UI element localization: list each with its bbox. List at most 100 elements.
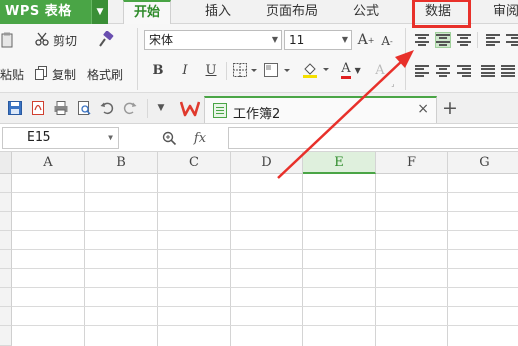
- clear-format-glyph: A: [375, 62, 385, 78]
- underline-button[interactable]: U: [203, 60, 219, 80]
- gridline: [12, 192, 518, 193]
- tab-formulas[interactable]: 公式: [346, 0, 386, 24]
- format-painter-icon[interactable]: [96, 30, 116, 50]
- name-box[interactable]: E15 ▼: [2, 127, 119, 149]
- row-header[interactable]: [0, 326, 12, 346]
- print-preview-icon[interactable]: [77, 101, 91, 115]
- app-menu-dropdown-icon[interactable]: ▼: [91, 0, 108, 24]
- row-header[interactable]: [0, 174, 12, 193]
- close-icon[interactable]: ×: [417, 101, 429, 117]
- font-dialog-launcher-icon[interactable]: ⌟: [389, 80, 397, 88]
- bold-button[interactable]: B: [150, 60, 166, 80]
- formula-input[interactable]: [228, 127, 518, 149]
- document-tab[interactable]: 工作簿2 ×: [204, 96, 437, 123]
- undo-icon[interactable]: [100, 101, 114, 115]
- highlight-box-data-tab: [412, 0, 471, 28]
- align-left-icon[interactable]: [415, 64, 429, 78]
- italic-glyph: I: [182, 62, 188, 78]
- cell-style-icon[interactable]: [264, 62, 292, 78]
- gridline: [302, 174, 303, 346]
- shrink-font-button[interactable]: A-: [380, 32, 394, 50]
- row-header[interactable]: [0, 212, 12, 231]
- gridline: [84, 174, 85, 346]
- align-center-icon[interactable]: [436, 64, 450, 78]
- row-header[interactable]: [0, 193, 12, 212]
- row-header[interactable]: [0, 307, 12, 326]
- italic-button[interactable]: I: [177, 60, 193, 80]
- paste-button[interactable]: 粘贴: [0, 66, 24, 83]
- zoom-search-icon[interactable]: [160, 129, 178, 147]
- font-size-value: 11: [289, 33, 305, 47]
- save-icon[interactable]: [8, 101, 22, 115]
- row-header[interactable]: [0, 231, 12, 250]
- tab-insert[interactable]: 插入: [196, 0, 240, 24]
- column-header-f[interactable]: F: [376, 152, 448, 174]
- distributed-align-icon[interactable]: [501, 64, 515, 78]
- underline-glyph: U: [205, 62, 217, 78]
- insert-function-button[interactable]: fx: [189, 128, 211, 148]
- fill-color-icon[interactable]: [302, 60, 332, 80]
- cut-button[interactable]: 剪切: [53, 32, 77, 49]
- gridline: [12, 230, 518, 231]
- chevron-down-icon: ▼: [108, 133, 113, 142]
- decrease-indent-icon[interactable]: [486, 33, 500, 47]
- redo-icon[interactable]: [123, 101, 137, 115]
- copy-button[interactable]: 复制: [52, 66, 76, 83]
- increase-indent-icon[interactable]: [506, 33, 518, 47]
- tab-page-layout[interactable]: 页面布局: [262, 0, 322, 24]
- column-header-b[interactable]: B: [85, 152, 158, 174]
- font-size-select[interactable]: 11 ▼: [284, 30, 352, 50]
- select-all-corner[interactable]: [0, 152, 12, 174]
- spreadsheet-grid[interactable]: A B C D E F G: [0, 152, 518, 346]
- paste-icon[interactable]: [0, 30, 14, 50]
- shrink-font-glyph: A: [381, 34, 390, 48]
- column-header-a[interactable]: A: [12, 152, 85, 174]
- formula-bar: E15 ▼ fx: [0, 124, 518, 152]
- document-tab-name: 工作簿2: [233, 107, 281, 122]
- grow-font-button[interactable]: A +: [358, 30, 375, 50]
- tab-review[interactable]: 审阅: [486, 0, 518, 24]
- borders-icon[interactable]: [233, 62, 259, 78]
- font-name-value: 宋体: [149, 33, 174, 47]
- gridline: [12, 268, 518, 269]
- tab-formulas-label: 公式: [352, 4, 379, 19]
- bold-glyph: B: [152, 62, 164, 78]
- column-header-g[interactable]: G: [448, 152, 518, 174]
- column-header-e[interactable]: E: [303, 152, 376, 174]
- print-icon[interactable]: [54, 101, 68, 115]
- customize-quick-access-icon[interactable]: ▼: [154, 100, 168, 116]
- export-pdf-icon[interactable]: [31, 101, 45, 115]
- tab-page-layout-label: 页面布局: [265, 4, 318, 19]
- align-right-icon[interactable]: [457, 64, 471, 78]
- align-top-icon[interactable]: [415, 33, 429, 47]
- row-header[interactable]: [0, 269, 12, 288]
- gridline: [447, 174, 448, 346]
- app-title: WPS 表格: [5, 4, 72, 19]
- scissors-icon[interactable]: [34, 31, 50, 47]
- ribbon-toolbar: 剪切 粘贴 复制 格式刷 宋体 ▼ 11 ▼ A + A- B I U A ▼ …: [0, 24, 518, 93]
- tab-insert-label: 插入: [204, 4, 231, 19]
- align-middle-icon[interactable]: [435, 32, 451, 48]
- justify-icon[interactable]: [481, 64, 495, 78]
- wps-logo-icon[interactable]: [180, 99, 200, 118]
- tab-review-label: 审阅: [492, 4, 518, 19]
- font-color-button[interactable]: A ▼: [336, 60, 366, 80]
- quick-access-bar: ▼ 工作簿2 × +: [0, 93, 518, 124]
- column-header-c[interactable]: C: [158, 152, 231, 174]
- chevron-down-icon: ▼: [271, 35, 278, 44]
- row-header[interactable]: [0, 250, 12, 269]
- clear-format-button[interactable]: A: [371, 60, 389, 80]
- format-painter-button[interactable]: 格式刷: [87, 66, 123, 83]
- copy-icon[interactable]: [33, 65, 49, 81]
- align-bottom-icon[interactable]: [457, 33, 471, 47]
- tab-home[interactable]: 开始: [123, 0, 171, 24]
- gridline: [12, 325, 518, 326]
- toolbar-divider: [477, 32, 478, 48]
- gridline: [12, 249, 518, 250]
- row-header[interactable]: [0, 288, 12, 307]
- gridline: [12, 287, 518, 288]
- column-header-d[interactable]: D: [231, 152, 303, 174]
- gridline: [12, 211, 518, 212]
- new-tab-button[interactable]: +: [441, 97, 459, 119]
- font-name-select[interactable]: 宋体 ▼: [144, 30, 282, 50]
